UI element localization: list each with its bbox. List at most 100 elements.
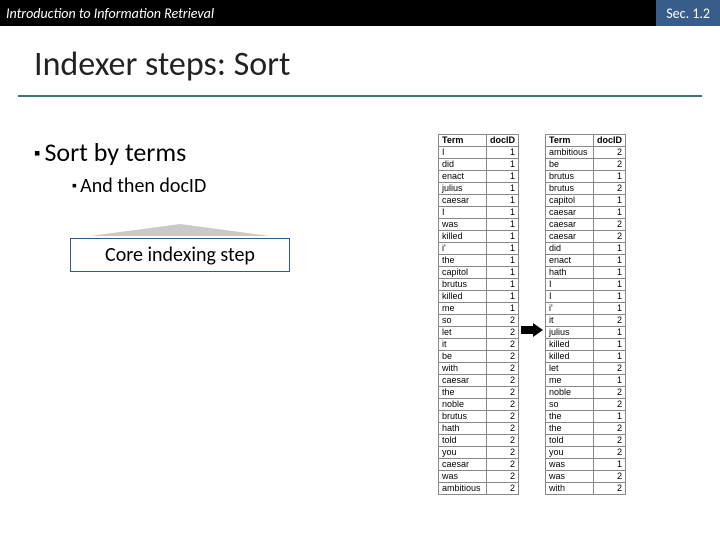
section-label: Sec. 1.2 — [656, 0, 720, 26]
cell-term: so — [439, 315, 487, 327]
cell-docid: 2 — [487, 459, 519, 471]
top-bar: Introduction to Information Retrieval Se… — [0, 0, 720, 26]
table-row: brutus2 — [546, 183, 626, 195]
cell-term: the — [439, 255, 487, 267]
cell-term: julius — [546, 327, 594, 339]
table-row: did1 — [439, 159, 519, 171]
table-row: caesar2 — [546, 231, 626, 243]
cell-term: did — [439, 159, 487, 171]
cell-docid: 1 — [594, 267, 626, 279]
table-row: julius1 — [439, 183, 519, 195]
cell-term: let — [439, 327, 487, 339]
cell-docid: 2 — [487, 471, 519, 483]
callout: Core indexing step — [70, 238, 290, 272]
table-row: was1 — [546, 459, 626, 471]
table-row: caesar1 — [439, 195, 519, 207]
cell-docid: 1 — [487, 291, 519, 303]
table-row: caesar2 — [439, 459, 519, 471]
table-row: was2 — [546, 471, 626, 483]
cell-term: killed — [439, 291, 487, 303]
cell-docid: 1 — [594, 291, 626, 303]
table-row: caesar1 — [546, 207, 626, 219]
table-row: I1 — [546, 291, 626, 303]
cell-docid: 2 — [487, 447, 519, 459]
cell-term: was — [439, 219, 487, 231]
cell-docid: 2 — [487, 327, 519, 339]
cell-term: caesar — [439, 375, 487, 387]
cell-term: it — [439, 339, 487, 351]
cell-term: I — [546, 279, 594, 291]
table-row: caesar2 — [439, 375, 519, 387]
cell-docid: 1 — [487, 243, 519, 255]
cell-docid: 1 — [487, 159, 519, 171]
cell-docid: 1 — [594, 351, 626, 363]
table-row: the1 — [546, 411, 626, 423]
table-row: ambitious2 — [439, 483, 519, 495]
cell-term: the — [546, 423, 594, 435]
cell-term: caesar — [546, 219, 594, 231]
cell-term: noble — [439, 399, 487, 411]
table-row: killed1 — [546, 339, 626, 351]
cell-term: brutus — [546, 183, 594, 195]
cell-docid: 2 — [487, 483, 519, 495]
table-row: noble2 — [439, 399, 519, 411]
table-row: brutus2 — [439, 411, 519, 423]
table-row: killed1 — [439, 231, 519, 243]
table-row: killed1 — [439, 291, 519, 303]
table-row: killed1 — [546, 351, 626, 363]
title-rule — [18, 95, 702, 97]
cell-term: did — [546, 243, 594, 255]
cell-term: ambitious — [439, 483, 487, 495]
cell-docid: 1 — [594, 411, 626, 423]
cell-term: noble — [546, 387, 594, 399]
table-row: i'1 — [439, 243, 519, 255]
cell-term: was — [546, 459, 594, 471]
cell-docid: 2 — [487, 423, 519, 435]
table-row: enact1 — [439, 171, 519, 183]
table-row: told2 — [546, 435, 626, 447]
cell-docid: 1 — [487, 255, 519, 267]
cell-docid: 1 — [487, 195, 519, 207]
cell-term: enact — [439, 171, 487, 183]
table-row: be2 — [439, 351, 519, 363]
cell-term: killed — [546, 351, 594, 363]
table-row: capitol1 — [439, 267, 519, 279]
cell-docid: 1 — [594, 339, 626, 351]
cell-docid: 2 — [487, 339, 519, 351]
cell-docid: 2 — [487, 363, 519, 375]
table-row: hath2 — [439, 423, 519, 435]
cell-term: I — [439, 207, 487, 219]
table-row: me1 — [546, 375, 626, 387]
cell-docid: 2 — [594, 471, 626, 483]
cell-docid: 2 — [594, 159, 626, 171]
table-row: hath1 — [546, 267, 626, 279]
table-row: was1 — [439, 219, 519, 231]
cell-docid: 2 — [487, 375, 519, 387]
cell-term: brutus — [546, 171, 594, 183]
cell-docid: 2 — [594, 183, 626, 195]
table-row: be2 — [546, 159, 626, 171]
cell-docid: 2 — [487, 387, 519, 399]
cell-term: I — [439, 147, 487, 159]
cell-docid: 1 — [487, 171, 519, 183]
table-row: so2 — [439, 315, 519, 327]
cell-docid: 2 — [487, 435, 519, 447]
table-row: enact1 — [546, 255, 626, 267]
cell-term: capitol — [546, 195, 594, 207]
table-row: brutus1 — [546, 171, 626, 183]
cell-term: hath — [439, 423, 487, 435]
table-row: brutus1 — [439, 279, 519, 291]
cell-term: caesar — [546, 207, 594, 219]
cell-term: brutus — [439, 411, 487, 423]
cell-term: caesar — [439, 459, 487, 471]
tables-area: Term docID I1did1enact1julius1caesar1I1w… — [438, 134, 626, 495]
cell-term: hath — [546, 267, 594, 279]
table-row: I1 — [546, 279, 626, 291]
course-title: Introduction to Information Retrieval — [0, 5, 214, 22]
transform-arrow-icon — [519, 293, 545, 337]
cell-docid: 2 — [594, 435, 626, 447]
cell-docid: 1 — [594, 327, 626, 339]
cell-docid: 2 — [594, 231, 626, 243]
cell-term: caesar — [439, 195, 487, 207]
cell-docid: 2 — [594, 483, 626, 495]
